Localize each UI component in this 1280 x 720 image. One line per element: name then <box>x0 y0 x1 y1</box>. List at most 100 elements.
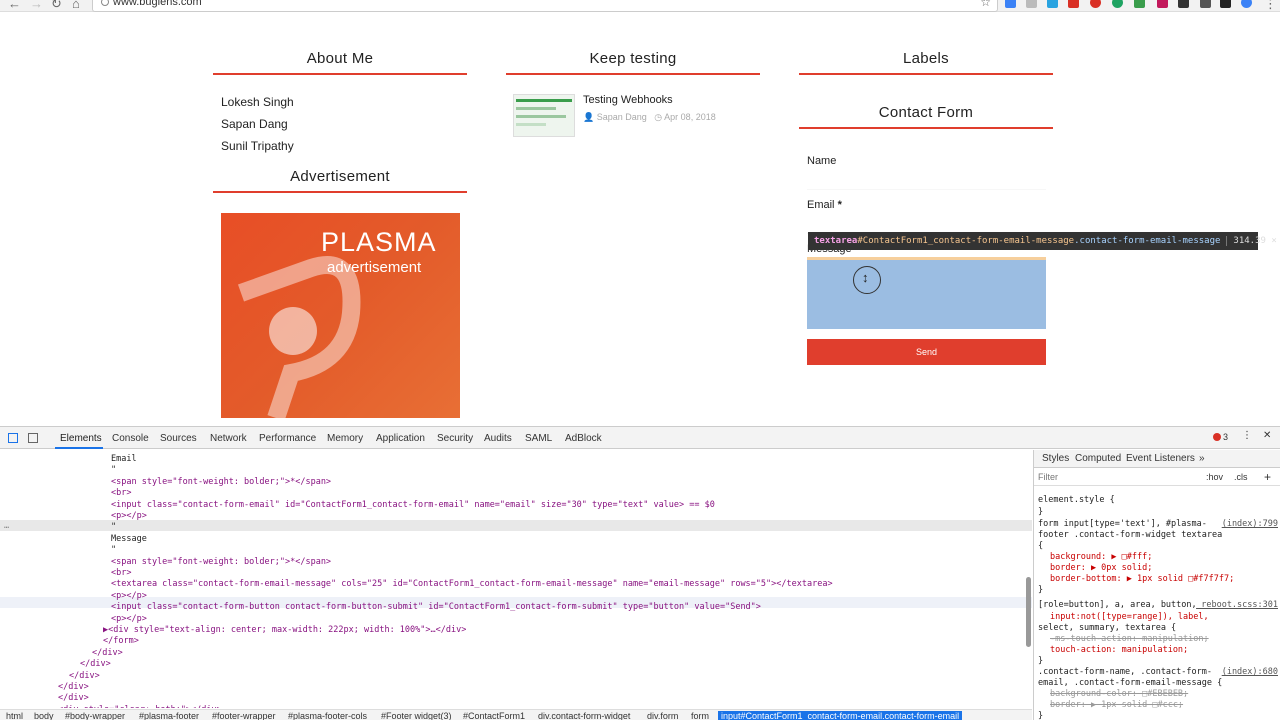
dom-node-line[interactable]: <br> <box>111 488 131 498</box>
style-rule-line[interactable]: form input[type='text'], #plasma- <box>1038 519 1207 529</box>
style-rule-line[interactable]: } <box>1038 711 1043 720</box>
forward-arrow-icon[interactable]: → <box>30 0 43 11</box>
dom-node-line[interactable]: " <box>111 465 116 475</box>
send-button[interactable]: Send <box>807 339 1046 365</box>
bookmark-star-icon[interactable]: ☆ <box>980 0 991 9</box>
breadcrumb-item[interactable]: #plasma-footer-cols <box>288 711 367 720</box>
style-rule-line[interactable]: border: ▶ 1px solid □#ccc; <box>1050 700 1183 710</box>
breadcrumb-item[interactable]: body <box>34 711 54 720</box>
breadcrumb-item-active[interactable]: input#ContactForm1_contact-form-email.co… <box>718 711 963 720</box>
tab-event-listeners[interactable]: Event Listeners <box>1126 453 1195 464</box>
tab-elements[interactable]: Elements <box>60 433 102 444</box>
dom-node-line[interactable]: " <box>111 522 116 532</box>
extension-icon[interactable] <box>1241 0 1252 8</box>
dom-node-line[interactable]: Email <box>111 454 137 464</box>
dom-node-line[interactable]: <input class="contact-form-button contac… <box>111 602 761 612</box>
dom-node-line[interactable]: </div> <box>92 648 123 658</box>
error-count[interactable]: 3 <box>1212 432 1228 442</box>
extension-icon[interactable] <box>1047 0 1058 8</box>
dom-node-line[interactable]: </div> <box>58 682 89 692</box>
reload-icon[interactable]: ↻ <box>51 0 62 12</box>
extension-icon[interactable] <box>1005 0 1016 8</box>
tab-console[interactable]: Console <box>112 433 149 444</box>
dom-node-line[interactable]: <div style="clear: both;"></div> <box>58 705 222 708</box>
tab-sources[interactable]: Sources <box>160 433 197 444</box>
style-rule-line[interactable]: background-color: □#EBEBEB; <box>1050 689 1188 699</box>
style-rule-line[interactable]: input:not([type=range]), label, <box>1050 612 1209 622</box>
style-rule-line[interactable]: } <box>1038 656 1043 666</box>
breadcrumb-item[interactable]: #footer-wrapper <box>212 711 276 720</box>
tab-audits[interactable]: Audits <box>484 433 512 444</box>
device-toolbar-icon[interactable] <box>28 433 38 443</box>
home-icon[interactable]: ⌂ <box>72 0 80 11</box>
dom-node-line[interactable]: <p></p> <box>111 614 147 624</box>
extension-icon[interactable] <box>1068 0 1079 8</box>
close-icon[interactable]: ✕ <box>1263 430 1271 441</box>
dom-node-line[interactable]: <input class="contact-form-email" id="Co… <box>111 500 715 510</box>
address-bar[interactable]: www.buglens.com ☆ <box>92 0 998 12</box>
breadcrumb-item[interactable]: #plasma-footer <box>139 711 199 720</box>
tab-network[interactable]: Network <box>210 433 247 444</box>
extension-icon[interactable] <box>1112 0 1123 8</box>
advertisement-banner[interactable]: PLASMA advertisement <box>221 213 460 418</box>
breadcrumb-item[interactable]: #ContactForm1 <box>463 711 525 720</box>
post-thumbnail[interactable] <box>513 94 575 137</box>
hov-toggle[interactable]: :hov <box>1206 472 1223 482</box>
tab-security[interactable]: Security <box>437 433 473 444</box>
tab-performance[interactable]: Performance <box>259 433 316 444</box>
back-arrow-icon[interactable]: ← <box>8 0 21 11</box>
elements-tree[interactable]: … Email " <span style="font-weight: bolder… <box>0 450 1032 708</box>
breadcrumb-item[interactable]: div.form <box>647 711 678 720</box>
author-link[interactable]: Lokesh Singh <box>221 91 459 113</box>
style-rule-line[interactable]: } <box>1038 585 1043 595</box>
inspect-element-icon[interactable] <box>8 433 18 443</box>
author-link[interactable]: Sunil Tripathy <box>221 135 459 157</box>
breadcrumb-item[interactable]: html <box>6 711 23 720</box>
dom-node-line[interactable]: <span style="font-weight: bolder;">*</sp… <box>111 477 331 487</box>
dom-node-line[interactable]: </div> <box>80 659 111 669</box>
style-rule-line[interactable]: footer .contact-form-widget textarea <box>1038 530 1222 540</box>
add-style-rule-icon[interactable]: + <box>1264 470 1271 484</box>
breadcrumb-item[interactable]: #body-wrapper <box>65 711 125 720</box>
style-rule-line[interactable]: background: ▶ □#fff; <box>1050 552 1152 562</box>
post-author[interactable]: Sapan Dang <box>597 112 647 122</box>
dom-node-line[interactable]: </div> <box>69 671 100 681</box>
source-link[interactable]: _reboot.scss:301 <box>1196 600 1278 610</box>
dom-node-line[interactable]: <br> <box>111 568 131 578</box>
cls-toggle[interactable]: .cls <box>1234 472 1248 482</box>
dom-node-line[interactable]: <span style="font-weight: bolder;">*</sp… <box>111 557 331 567</box>
breadcrumb-item[interactable]: #Footer widget(3) <box>381 711 452 720</box>
style-rule-line[interactable]: select, summary, textarea { <box>1038 623 1176 633</box>
post-title[interactable]: Testing Webhooks <box>583 94 673 106</box>
extension-icon[interactable] <box>1157 0 1168 8</box>
style-rule-line[interactable]: touch-action: manipulation; <box>1050 645 1188 655</box>
info-icon[interactable] <box>101 0 109 6</box>
style-rule-line[interactable]: element.style { <box>1038 495 1115 505</box>
author-link[interactable]: Sapan Dang <box>221 113 459 135</box>
dom-node-line[interactable]: </form> <box>103 636 139 646</box>
tab-memory[interactable]: Memory <box>327 433 363 444</box>
ellipsis[interactable]: … <box>4 521 9 531</box>
style-rule-line[interactable]: [role=button], a, area, button, <box>1038 600 1197 610</box>
dom-node-line[interactable]: <textarea class="contact-form-email-mess… <box>111 579 833 589</box>
tab-styles[interactable]: Styles <box>1042 453 1069 464</box>
style-rule-line[interactable]: .contact-form-name, .contact-form- <box>1038 667 1212 677</box>
source-link[interactable]: (index):799 <box>1222 519 1278 529</box>
dom-node-line[interactable]: ▶<div style="text-align: center; max-wid… <box>103 625 466 635</box>
styles-filter[interactable]: Filter :hov .cls + <box>1034 470 1280 486</box>
scrollbar[interactable] <box>1026 577 1031 647</box>
dom-node-line[interactable]: Message <box>111 534 147 544</box>
tab-computed[interactable]: Computed <box>1075 453 1121 464</box>
breadcrumb-item[interactable]: div.contact-form-widget <box>538 711 630 720</box>
source-link[interactable]: (index):680 <box>1222 667 1278 677</box>
style-rule-line[interactable]: { <box>1038 541 1043 551</box>
tab-adblock[interactable]: AdBlock <box>565 433 602 444</box>
more-tabs-icon[interactable]: » <box>1199 453 1205 464</box>
style-rule-line[interactable]: -ms-touch-action: manipulation; <box>1050 634 1209 644</box>
dom-node-line[interactable]: <p></p> <box>111 511 147 521</box>
style-rule-line[interactable]: border: ▶ 0px solid; <box>1050 563 1152 573</box>
style-rule-line[interactable]: email, .contact-form-email-message { <box>1038 678 1222 688</box>
more-menu-icon[interactable]: ⋮ <box>1242 430 1252 441</box>
dom-node-line[interactable]: <p></p> <box>111 591 147 601</box>
dom-node-line[interactable]: </div> <box>58 693 89 703</box>
